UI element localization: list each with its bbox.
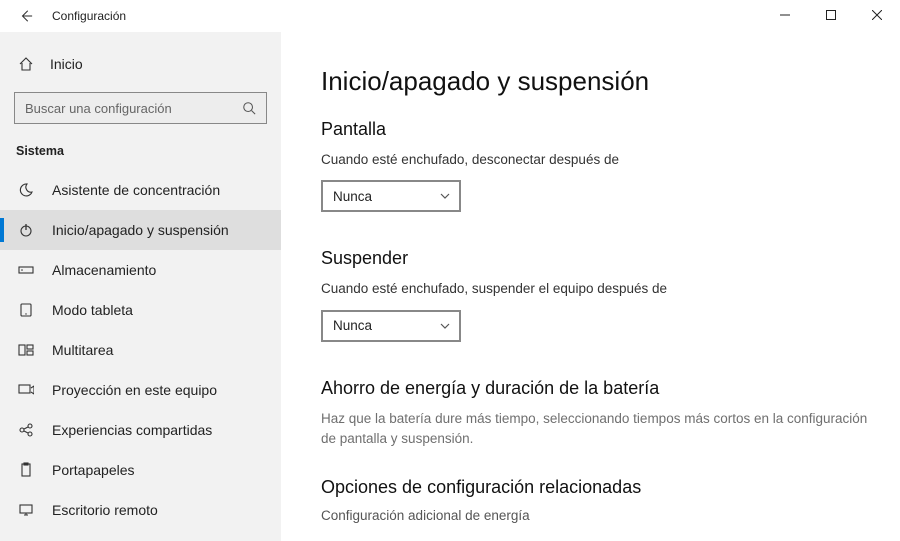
- minimize-button[interactable]: [762, 0, 808, 30]
- sidebar-item-label: Inicio/apagado y suspensión: [52, 222, 229, 238]
- nav-list: Asistente de concentración Inicio/apagad…: [0, 170, 281, 530]
- chevron-down-icon: [439, 190, 451, 202]
- home-icon: [18, 56, 34, 72]
- home-button[interactable]: Inicio: [0, 46, 281, 82]
- multitask-icon: [18, 342, 34, 358]
- sidebar-item-label: Portapapeles: [52, 462, 135, 478]
- search-box[interactable]: [14, 92, 267, 124]
- page-title: Inicio/apagado y suspensión: [321, 66, 872, 97]
- sidebar-item-label: Experiencias compartidas: [52, 422, 212, 438]
- storage-icon: [18, 262, 34, 278]
- clipboard-icon: [18, 462, 34, 478]
- arrow-left-icon: [19, 9, 33, 23]
- settings-window: Configuración Inicio: [0, 0, 900, 541]
- search-icon: [242, 101, 256, 115]
- close-button[interactable]: [854, 0, 900, 30]
- sleep-section-heading: Suspender: [321, 248, 872, 269]
- minimize-icon: [780, 10, 790, 20]
- battery-section-heading: Ahorro de energía y duración de la bater…: [321, 378, 872, 399]
- sidebar-item-multitasking[interactable]: Multitarea: [0, 330, 281, 370]
- titlebar: Configuración: [0, 0, 900, 32]
- sidebar-item-remote-desktop[interactable]: Escritorio remoto: [0, 490, 281, 530]
- category-header: Sistema: [0, 136, 281, 170]
- moon-icon: [18, 182, 34, 198]
- tablet-icon: [18, 302, 34, 318]
- caption-buttons: [762, 0, 900, 30]
- home-label: Inicio: [50, 56, 83, 72]
- sidebar-item-label: Almacenamiento: [52, 262, 156, 278]
- maximize-icon: [826, 10, 836, 20]
- sidebar-item-projecting[interactable]: Proyección en este equipo: [0, 370, 281, 410]
- screen-plugged-label: Cuando esté enchufado, desconectar despu…: [321, 150, 872, 170]
- remote-desktop-icon: [18, 502, 34, 518]
- sidebar-item-label: Proyección en este equipo: [52, 382, 217, 398]
- search-input[interactable]: [25, 101, 225, 116]
- share-icon: [18, 422, 34, 438]
- window-title: Configuración: [52, 9, 126, 23]
- project-icon: [18, 382, 34, 398]
- screen-section-heading: Pantalla: [321, 119, 872, 140]
- sidebar-item-power-sleep[interactable]: Inicio/apagado y suspensión: [0, 210, 281, 250]
- sidebar-item-label: Modo tableta: [52, 302, 133, 318]
- sleep-plugged-label: Cuando esté enchufado, suspender el equi…: [321, 279, 872, 299]
- sidebar: Inicio Sistema Asistente de concentració…: [0, 32, 281, 541]
- battery-section-text: Haz que la batería dure más tiempo, sele…: [321, 409, 872, 450]
- sidebar-item-label: Multitarea: [52, 342, 113, 358]
- related-section-heading: Opciones de configuración relacionadas: [321, 477, 872, 498]
- sidebar-item-tablet-mode[interactable]: Modo tableta: [0, 290, 281, 330]
- maximize-button[interactable]: [808, 0, 854, 30]
- sidebar-item-clipboard[interactable]: Portapapeles: [0, 450, 281, 490]
- sidebar-item-label: Escritorio remoto: [52, 502, 158, 518]
- back-button[interactable]: [14, 0, 38, 32]
- dropdown-value: Nunca: [333, 189, 372, 204]
- chevron-down-icon: [439, 320, 451, 332]
- sidebar-item-shared-experiences[interactable]: Experiencias compartidas: [0, 410, 281, 450]
- sidebar-item-storage[interactable]: Almacenamiento: [0, 250, 281, 290]
- sidebar-item-focus-assist[interactable]: Asistente de concentración: [0, 170, 281, 210]
- sleep-timeout-dropdown[interactable]: Nunca: [321, 310, 461, 342]
- power-icon: [18, 222, 34, 238]
- close-icon: [872, 10, 882, 20]
- dropdown-value: Nunca: [333, 318, 372, 333]
- main-content: Inicio/apagado y suspensión Pantalla Cua…: [281, 32, 900, 541]
- additional-power-settings-link[interactable]: Configuración adicional de energía: [321, 508, 872, 523]
- sidebar-item-label: Asistente de concentración: [52, 182, 220, 198]
- screen-timeout-dropdown[interactable]: Nunca: [321, 180, 461, 212]
